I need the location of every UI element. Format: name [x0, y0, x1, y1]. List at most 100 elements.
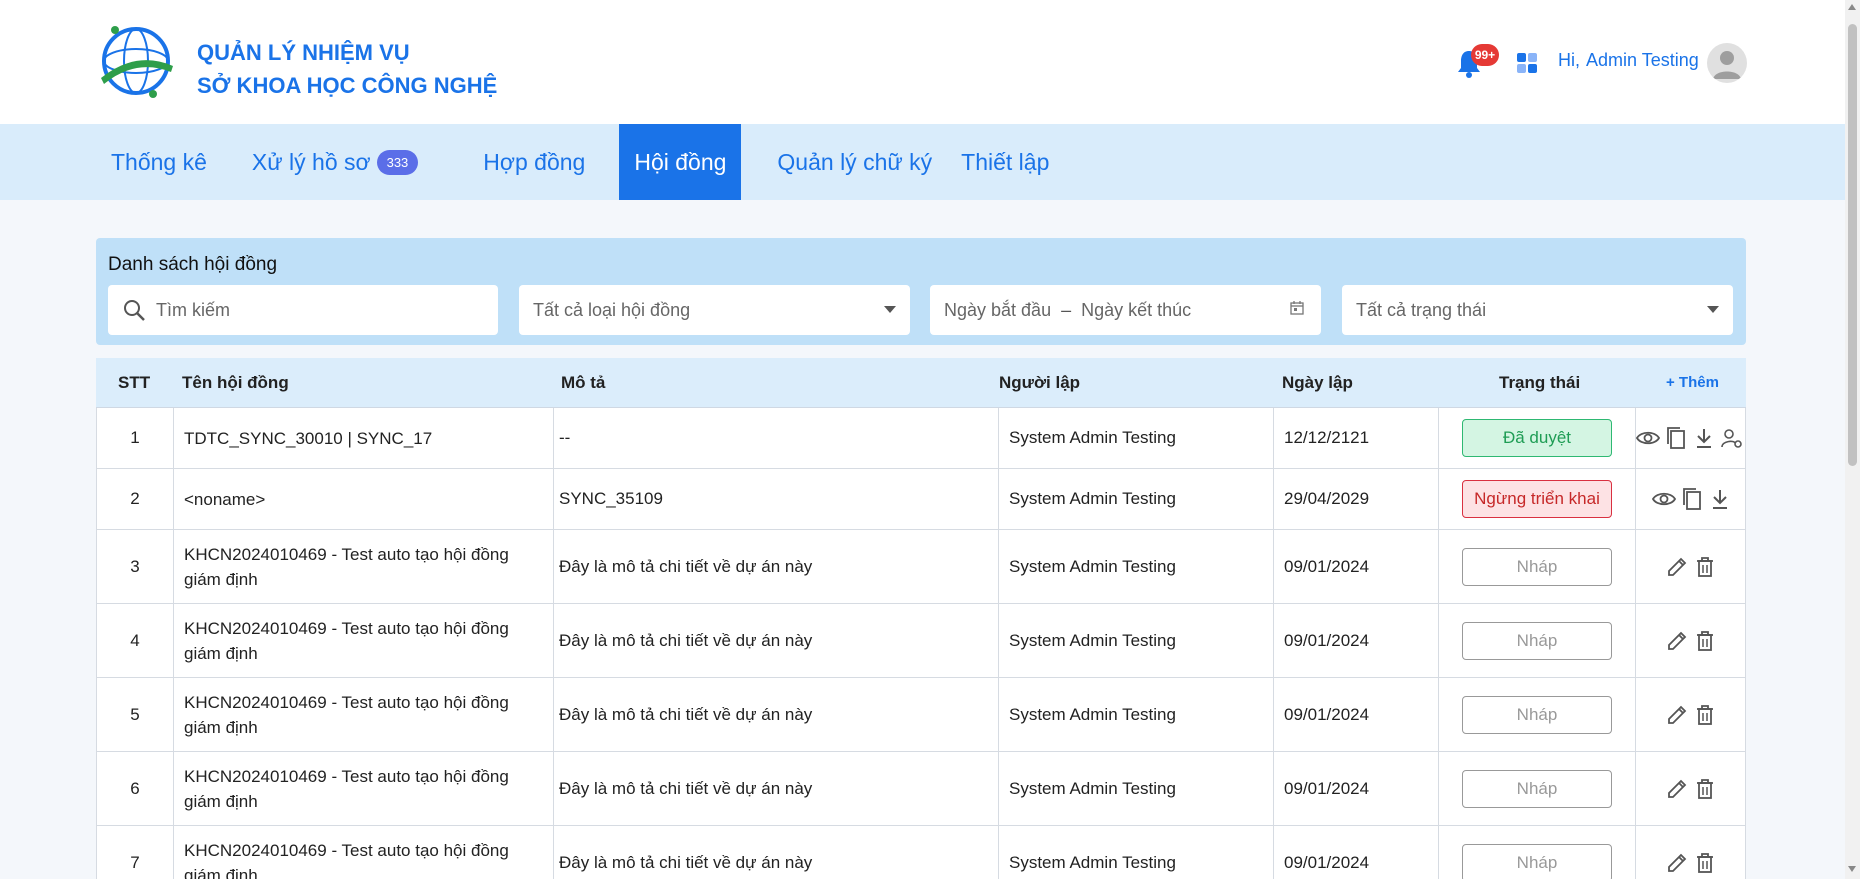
edit-icon[interactable] — [1665, 629, 1689, 653]
tab-thiet-lap[interactable]: Thiết lập — [946, 124, 1064, 200]
filter-panel: Danh sách hội đồng Tìm kiếm Tất cả loại … — [96, 238, 1746, 345]
row-actions — [1665, 703, 1717, 727]
cell-name[interactable]: KHCN2024010469 - Test auto tạo hội đồng … — [173, 604, 553, 677]
view-icon[interactable] — [1652, 487, 1676, 511]
brand-title: QUẢN LÝ NHIỆM VỤ SỞ KHOA HỌC CÔNG NGHỆ — [197, 36, 497, 102]
cell-creator: System Admin Testing — [998, 604, 1273, 677]
table-header: STT Tên hội đồng Mô tả Người lập Ngày lậ… — [96, 358, 1746, 408]
cell-name[interactable]: KHCN2024010469 - Test auto tạo hội đồng … — [173, 752, 553, 825]
status-select[interactable]: Tất cả trạng thái — [1342, 285, 1733, 335]
cell-actions — [1635, 530, 1746, 603]
table-row: 5 KHCN2024010469 - Test auto tạo hội đồng… — [96, 678, 1746, 752]
apps-grid-icon[interactable] — [1516, 52, 1538, 74]
council-name: KHCN2024010469 - Test auto tạo hội đồng … — [184, 618, 509, 663]
chevron-down-icon — [884, 306, 896, 313]
council-type-select[interactable]: Tất cả loại hội đồng — [519, 285, 910, 335]
scrollbar-thumb[interactable] — [1848, 24, 1857, 466]
tab-thong-ke[interactable]: Thống kê — [96, 124, 222, 200]
cell-creator: System Admin Testing — [998, 826, 1273, 879]
download-icon[interactable] — [1708, 487, 1732, 511]
cell-date: 29/04/2029 — [1273, 469, 1438, 529]
delete-icon[interactable] — [1693, 851, 1717, 875]
council-name: KHCN2024010469 - Test auto tạo hội đồng … — [184, 544, 509, 589]
council-table: STT Tên hội đồng Mô tả Người lập Ngày lậ… — [96, 358, 1746, 879]
copy-icon[interactable] — [1680, 487, 1704, 511]
tab-xu-ly-ho-so[interactable]: Xử lý hồ sơ 333 — [222, 124, 468, 200]
cell-stt: 4 — [130, 630, 140, 650]
delete-icon[interactable] — [1693, 777, 1717, 801]
cell-date: 09/01/2024 — [1273, 604, 1438, 677]
tab-hop-dong[interactable]: Hợp đồng — [468, 124, 619, 200]
cell-desc: -- — [553, 408, 998, 468]
row-actions — [1652, 487, 1732, 511]
cell-date: 09/01/2024 — [1273, 826, 1438, 879]
cell-desc: SYNC_35109 — [553, 469, 998, 529]
scroll-down-icon[interactable] — [1848, 866, 1856, 872]
cell-desc: Đây là mô tả chi tiết về dự án này — [553, 530, 998, 603]
delete-icon[interactable] — [1693, 703, 1717, 727]
date-end-input[interactable]: Ngày kết thúc — [1081, 300, 1191, 321]
nav-tabs: Thống kê Xử lý hồ sơ 333 Hợp đồng Hội đồn… — [96, 124, 1064, 200]
edit-icon[interactable] — [1665, 851, 1689, 875]
edit-icon[interactable] — [1665, 703, 1689, 727]
scroll-up-icon[interactable] — [1848, 4, 1856, 10]
top-header: QUẢN LÝ NHIỆM VỤ SỞ KHOA HỌC CÔNG NGHỆ 9… — [0, 0, 1845, 124]
cell-date: 09/01/2024 — [1273, 678, 1438, 751]
user-greeting[interactable]: Hi, Admin Testing — [1558, 50, 1699, 71]
user-settings-icon[interactable] — [1720, 426, 1744, 450]
cell-name[interactable]: KHCN2024010469 - Test auto tạo hội đồng … — [173, 530, 553, 603]
delete-icon[interactable] — [1693, 555, 1717, 579]
copy-icon[interactable] — [1664, 426, 1688, 450]
cell-name[interactable]: KHCN2024010469 - Test auto tạo hội đồng … — [173, 678, 553, 751]
cell-stt: 6 — [130, 778, 140, 798]
brand-line-2: SỞ KHOA HỌC CÔNG NGHỆ — [197, 73, 498, 98]
cell-creator: System Admin Testing — [998, 408, 1273, 468]
cell-status: Nháp — [1438, 530, 1635, 603]
cell-creator: System Admin Testing — [998, 678, 1273, 751]
delete-icon[interactable] — [1693, 629, 1717, 653]
search-input[interactable]: Tìm kiếm — [108, 285, 498, 335]
download-icon[interactable] — [1692, 426, 1716, 450]
view-icon[interactable] — [1636, 426, 1660, 450]
table-row: 1 TDTC_SYNC_30010 | SYNC_17 -- System Admin… — [96, 408, 1746, 469]
status-badge: Nháp — [1462, 547, 1612, 586]
cell-actions — [1635, 469, 1746, 529]
tab-quan-ly-chu-ky[interactable]: Quản lý chữ ký — [741, 124, 946, 200]
edit-icon[interactable] — [1665, 555, 1689, 579]
logo-icon[interactable] — [95, 20, 177, 102]
panel-title: Danh sách hội đồng — [108, 254, 278, 275]
main-nav: Thống kê Xử lý hồ sơ 333 Hợp đồng Hội đồn… — [0, 124, 1845, 200]
date-start-input[interactable]: Ngày bắt đầu — [944, 300, 1051, 321]
council-name: KHCN2024010469 - Test auto tạo hội đồng … — [184, 692, 509, 737]
edit-icon[interactable] — [1665, 777, 1689, 801]
brand-line-1: QUẢN LÝ NHIỆM VỤ — [197, 40, 410, 65]
cell-stt: 2 — [130, 489, 140, 508]
cell-actions — [1635, 826, 1746, 879]
status-select-value: Tất cả trạng thái — [1356, 299, 1487, 320]
cell-actions — [1635, 604, 1746, 677]
avatar[interactable] — [1707, 43, 1747, 83]
cell-name[interactable]: TDTC_SYNC_30010 | SYNC_17 — [173, 408, 553, 468]
cell-status: Nháp — [1438, 678, 1635, 751]
row-actions — [1665, 851, 1717, 875]
date-separator: – — [1061, 299, 1072, 320]
tab-hoi-dong[interactable]: Hội đồng — [619, 124, 742, 200]
tab-label: Thống kê — [111, 148, 207, 175]
calendar-icon[interactable] — [1289, 300, 1305, 321]
cell-status: Đã duyệt — [1438, 408, 1635, 468]
add-council-button[interactable]: + Thêm — [1666, 358, 1719, 408]
cell-stt: 3 — [130, 556, 140, 576]
tab-label: Hội đồng — [634, 148, 727, 175]
council-name: TDTC_SYNC_30010 | SYNC_17 — [184, 428, 433, 448]
col-date: Ngày lập — [1282, 373, 1353, 392]
status-badge: Nháp — [1462, 843, 1612, 879]
table-row: 4 KHCN2024010469 - Test auto tạo hội đồng… — [96, 604, 1746, 678]
cell-name[interactable]: KHCN2024010469 - Test auto tạo hội đồng … — [173, 826, 553, 879]
tab-label: Xử lý hồ sơ — [251, 148, 371, 175]
date-range-picker[interactable]: Ngày bắt đầu – Ngày kết thúc — [930, 285, 1321, 335]
status-badge: Ngừng triển khai — [1462, 480, 1612, 518]
council-name: KHCN2024010469 - Test auto tạo hội đồng … — [184, 766, 509, 811]
cell-desc: Đây là mô tả chi tiết về dự án này — [553, 604, 998, 677]
cell-name[interactable]: <noname> — [173, 469, 553, 529]
cell-stt: 1 — [130, 428, 140, 447]
